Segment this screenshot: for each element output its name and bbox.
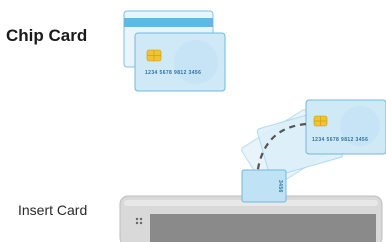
card-terminal bbox=[119, 195, 383, 242]
chip-icon bbox=[313, 115, 328, 127]
chip-icon bbox=[146, 49, 162, 62]
card-insertion-illustration: 1234 5678 9812 3456 1234 5678 9812 3456 … bbox=[119, 10, 386, 242]
card-number-moving: 1234 5678 9812 3456 bbox=[312, 137, 368, 143]
inserted-card: 3456 bbox=[241, 169, 287, 203]
front-chip-card: 1234 5678 9812 3456 bbox=[134, 32, 226, 92]
card-edge-number: 3456 bbox=[277, 180, 283, 193]
moving-chip-card: 1234 5678 9812 3456 bbox=[305, 99, 386, 155]
card-number-top: 1234 5678 9812 3456 bbox=[145, 70, 201, 76]
